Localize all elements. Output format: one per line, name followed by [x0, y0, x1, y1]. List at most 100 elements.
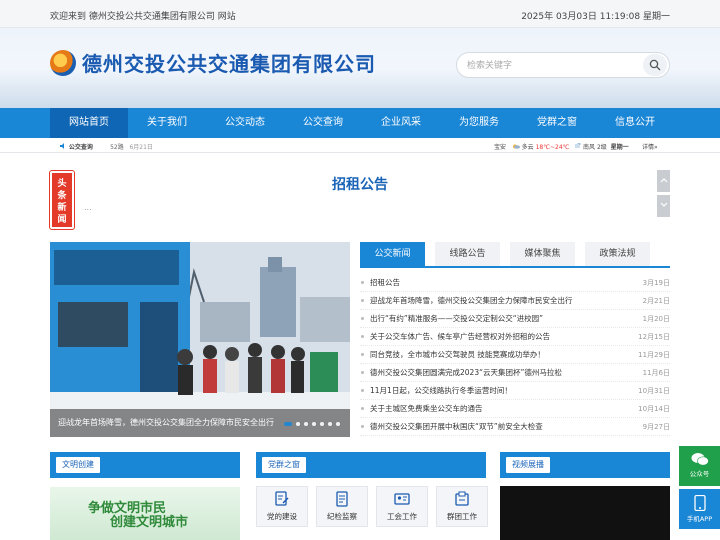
list-item[interactable]: 出行“有约”精准服务——交投公交定制公交“进校园” 1月20日: [360, 310, 670, 328]
bus-query-label: 公交查询: [68, 144, 93, 151]
tab-media[interactable]: 媒体聚焦: [510, 242, 575, 266]
tab-bus-news[interactable]: 公交新闻: [360, 242, 425, 266]
bus-route[interactable]: 52路: [110, 144, 124, 151]
bus-query-strip: 公交查询 52路 6月21日: [60, 142, 153, 151]
list-item[interactable]: 招租公告 3月19日: [360, 274, 670, 292]
welcome-text: 欢迎来到 德州交投公共交通集团有限公司 网站: [50, 12, 236, 22]
headline-section: 头条新闻 招租公告 ...: [0, 170, 720, 251]
news-title: 关于主城区免费乘坐公交车的通告: [360, 400, 483, 417]
info-strip: 公交查询 52路 6月21日 宝安 多云 18℃~24℃ 南风 2级 星期一 详…: [0, 139, 720, 153]
slider-dot[interactable]: [284, 422, 292, 426]
phone-icon: [693, 494, 706, 512]
nav-item-bus-query[interactable]: 公交查询: [284, 108, 362, 138]
list-item[interactable]: 同台竞技，全市城市公交驾驶员 技能竞赛成功举办！ 11月29日: [360, 346, 670, 364]
headline-title[interactable]: 招租公告: [0, 174, 720, 194]
tile-mass-work[interactable]: 群团工作: [436, 486, 488, 527]
list-item[interactable]: 11月1日起，公交线路执行冬季运营时间！ 10月31日: [360, 382, 670, 400]
site-logo[interactable]: 德州交投公共交通集团有限公司: [50, 48, 376, 77]
nav-item-about[interactable]: 关于我们: [128, 108, 206, 138]
logo-icon: [50, 49, 76, 76]
floating-sidebar: 公众号 手机APP: [679, 446, 720, 532]
slider-dot[interactable]: [296, 422, 300, 426]
wenming-banner[interactable]: 争做文明市民 创建文明城市: [50, 487, 240, 540]
wenming-panel-title[interactable]: 文明创建: [56, 457, 100, 473]
headline-up-button[interactable]: [657, 170, 670, 192]
news-date: 11月29日: [638, 351, 670, 359]
news-slider[interactable]: 迎战龙年首场降雪，德州交投公交集团全力保障市民安全出行: [50, 242, 350, 437]
tile-label: 群团工作: [447, 512, 477, 521]
search-box: [456, 52, 670, 78]
news-date: 12月15日: [638, 333, 670, 341]
weather-weekday: 星期一: [610, 144, 629, 151]
headline-summary: ...: [84, 203, 92, 212]
tile-party-building[interactable]: 党的建设: [256, 486, 308, 527]
nav-item-home[interactable]: 网站首页: [50, 108, 128, 138]
datetime-text: 2025年 03月03日 11:19:08 星期一: [521, 12, 670, 22]
cloud-icon: [512, 144, 520, 149]
tab-route-notice[interactable]: 线路公告: [435, 242, 500, 266]
tile-label: 纪检监察: [327, 512, 357, 521]
tab-underline: [360, 266, 670, 268]
slider-dot[interactable]: [336, 422, 340, 426]
news-date: 11月6日: [642, 369, 670, 377]
tile-label: 工会工作: [387, 512, 417, 521]
nav-item-style[interactable]: 企业风采: [362, 108, 440, 138]
tile-union[interactable]: 工会工作: [376, 486, 428, 527]
app-button[interactable]: 手机APP: [679, 489, 720, 529]
video-panel-title[interactable]: 视频展播: [506, 457, 550, 473]
bus-date: 6月21日: [129, 144, 153, 151]
header-banner: 德州交投公共交通集团有限公司: [0, 28, 720, 108]
list-item[interactable]: 迎战龙年首场降雪，德州交投公交集团全力保障市民安全出行 2月21日: [360, 292, 670, 310]
slider-dot[interactable]: [320, 422, 324, 426]
dangqun-panel-title[interactable]: 党群之窗: [262, 457, 306, 473]
tile-discipline[interactable]: 纪检监察: [316, 486, 368, 527]
party-tiles: 党的建设 纪检监察 工会工作 群团工作: [256, 486, 488, 527]
news-panel: 公交新闻 线路公告 媒体聚焦 政策法规 招租公告 3月19日 迎战龙年首场降雪，德…: [360, 242, 670, 437]
weather-widget: 宝安 多云 18℃~24℃ 南风 2级 星期一 详情»: [494, 142, 658, 151]
list-item[interactable]: 德州交投公交集团开展中秋国庆“双节”前安全大检查 9月27日: [360, 418, 670, 436]
search-icon: [649, 59, 661, 71]
slider-dots: [284, 422, 340, 426]
weather-detail-link[interactable]: 详情»: [642, 144, 658, 151]
document-icon: [336, 491, 348, 507]
tile-label: 党的建设: [267, 512, 297, 521]
list-item[interactable]: 关于公交车体广告、候车亭广告经营权对外招租的公告 12月15日: [360, 328, 670, 346]
slider-dot[interactable]: [328, 422, 332, 426]
logo-text: 德州交投公共交通集团有限公司: [82, 52, 376, 76]
headline-arrows: [657, 170, 670, 218]
search-button[interactable]: [643, 54, 667, 76]
news-title: 关于公交车体广告、候车亭广告经营权对外招租的公告: [360, 328, 550, 345]
weather-condition: 多云: [521, 144, 534, 151]
news-title: 德州交投公交集团圆满完成2023“云天集团杯”德州马拉松: [360, 364, 562, 381]
news-list: 招租公告 3月19日 迎战龙年首场降雪，德州交投公交集团全力保障市民安全出行 2月2…: [360, 274, 670, 436]
wechat-icon: [691, 453, 709, 466]
list-item[interactable]: 关于主城区免费乘坐公交车的通告 10月14日: [360, 400, 670, 418]
nav-item-disclosure[interactable]: 信息公开: [596, 108, 674, 138]
news-date: 10月31日: [638, 387, 670, 395]
nav-item-news[interactable]: 公交动态: [206, 108, 284, 138]
wenming-panel-header: 文明创建: [50, 452, 240, 478]
wechat-button[interactable]: 公众号: [679, 446, 720, 486]
news-date: 1月20日: [642, 315, 670, 323]
slider-dot[interactable]: [312, 422, 316, 426]
news-date: 9月27日: [642, 423, 670, 431]
slider-photo: [50, 242, 350, 437]
volume-icon: [60, 143, 64, 149]
list-item[interactable]: 德州交投公交集团圆满完成2023“云天集团杯”德州马拉松 11月6日: [360, 364, 670, 382]
video-player[interactable]: [500, 486, 670, 540]
id-card-icon: [394, 493, 410, 505]
news-title: 同台竞技，全市城市公交驾驶员 技能竞赛成功举办！: [360, 346, 545, 363]
main-nav: 网站首页 关于我们 公交动态 公交查询 企业风采 为您服务 党群之窗 信息公开: [0, 108, 720, 138]
nav-item-service[interactable]: 为您服务: [440, 108, 518, 138]
news-title: 招租公告: [360, 274, 400, 291]
weather-city: 宝安: [494, 144, 507, 151]
app-label: 手机APP: [686, 515, 713, 523]
nav-item-party[interactable]: 党群之窗: [518, 108, 596, 138]
weather-wind: 南风 2级: [583, 144, 607, 151]
search-input[interactable]: [467, 53, 637, 77]
tab-policy[interactable]: 政策法规: [585, 242, 650, 266]
slider-dot[interactable]: [304, 422, 308, 426]
top-bar: 欢迎来到 德州交投公共交通集团有限公司 网站 2025年 03月03日 11:1…: [0, 0, 720, 28]
headline-down-button[interactable]: [657, 195, 670, 217]
news-title: 11月1日起，公交线路执行冬季运营时间！: [360, 382, 512, 399]
